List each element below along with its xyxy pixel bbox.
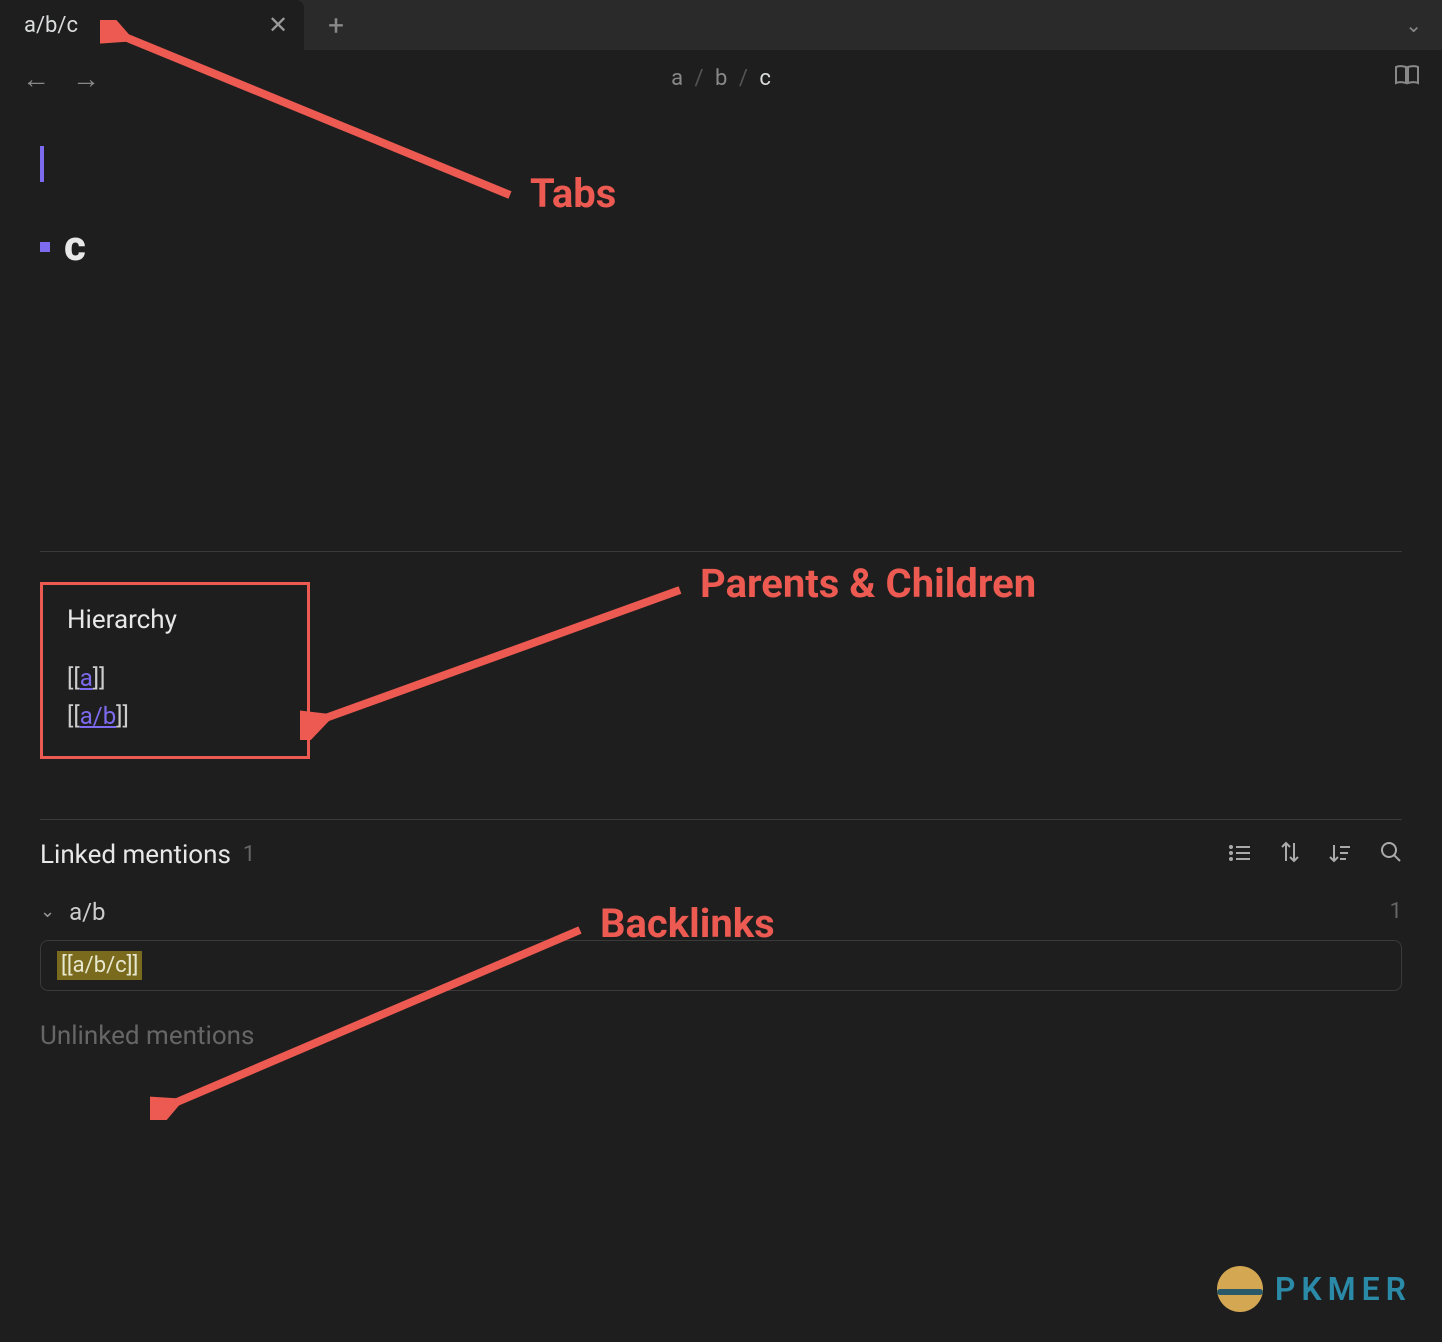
breadcrumb[interactable]: a / b / c <box>671 66 771 91</box>
breadcrumb-sep: / <box>739 66 748 91</box>
nav-bar: ← → a / b / c <box>0 50 1442 106</box>
mention-item[interactable]: [[a/b/c]] <box>40 940 1402 991</box>
unlinked-mentions-header[interactable]: Unlinked mentions <box>40 1021 1402 1051</box>
search-icon[interactable] <box>1380 841 1402 869</box>
editor-content[interactable]: c <box>0 106 1442 271</box>
mention-group-name: a/b <box>69 898 105 926</box>
hierarchy-link-2: [[a/b]] <box>67 697 283 735</box>
linked-mentions-count: 1 <box>243 842 255 867</box>
arrow-icon <box>300 580 690 740</box>
mention-text: [[a/b/c]] <box>57 951 142 980</box>
heading-text: c <box>64 222 86 271</box>
heading-marker-icon <box>40 242 50 252</box>
linked-mentions-header[interactable]: Linked mentions 1 <box>40 840 1402 870</box>
breadcrumb-a[interactable]: a <box>671 66 683 91</box>
tab-active[interactable]: a/b/c ✕ <box>0 0 304 50</box>
tab-bar: a/b/c ✕ + ⌄ <box>0 0 1442 50</box>
close-icon[interactable]: ✕ <box>268 11 288 39</box>
breadcrumb-c: c <box>759 66 771 91</box>
mention-group[interactable]: ⌄ a/b 1 <box>40 898 1402 926</box>
hierarchy-title: Hierarchy <box>67 605 283 635</box>
heading: c <box>40 222 1402 271</box>
back-icon[interactable]: ← <box>22 62 50 95</box>
hierarchy-link-1: [[a]] <box>67 659 283 697</box>
backlinks-toolbar <box>1228 841 1402 869</box>
backlinks-panel: Linked mentions 1 ⌄ a/b 1 [[a/b/c]] Unli… <box>0 820 1442 1071</box>
forward-icon[interactable]: → <box>72 62 100 95</box>
sort-icon[interactable] <box>1280 841 1300 869</box>
annotation-parents: Parents & Children <box>700 560 1036 607</box>
watermark: PKMER <box>1217 1266 1412 1312</box>
divider <box>40 551 1402 552</box>
watermark-text: PKMER <box>1275 1270 1412 1308</box>
watermark-logo-icon <box>1217 1266 1263 1312</box>
add-tab-icon[interactable]: + <box>328 9 344 42</box>
breadcrumb-sep: / <box>695 66 704 91</box>
tab-dropdown-icon[interactable]: ⌄ <box>1405 13 1422 37</box>
cursor-indicator <box>40 146 44 182</box>
linked-mentions-title: Linked mentions <box>40 840 231 870</box>
hierarchy-link-ab[interactable]: a/b <box>80 702 116 730</box>
chevron-down-icon[interactable]: ⌄ <box>40 901 55 922</box>
breadcrumb-b[interactable]: b <box>715 66 727 91</box>
collapse-list-icon[interactable] <box>1228 841 1252 869</box>
mention-group-count: 1 <box>1390 899 1402 924</box>
tab-title: a/b/c <box>24 13 78 38</box>
hierarchy-link-a[interactable]: a <box>80 664 93 692</box>
reading-view-icon[interactable] <box>1394 64 1420 92</box>
hierarchy-panel: Hierarchy [[a]] [[a/b]] <box>40 582 310 759</box>
show-context-icon[interactable] <box>1328 841 1352 869</box>
